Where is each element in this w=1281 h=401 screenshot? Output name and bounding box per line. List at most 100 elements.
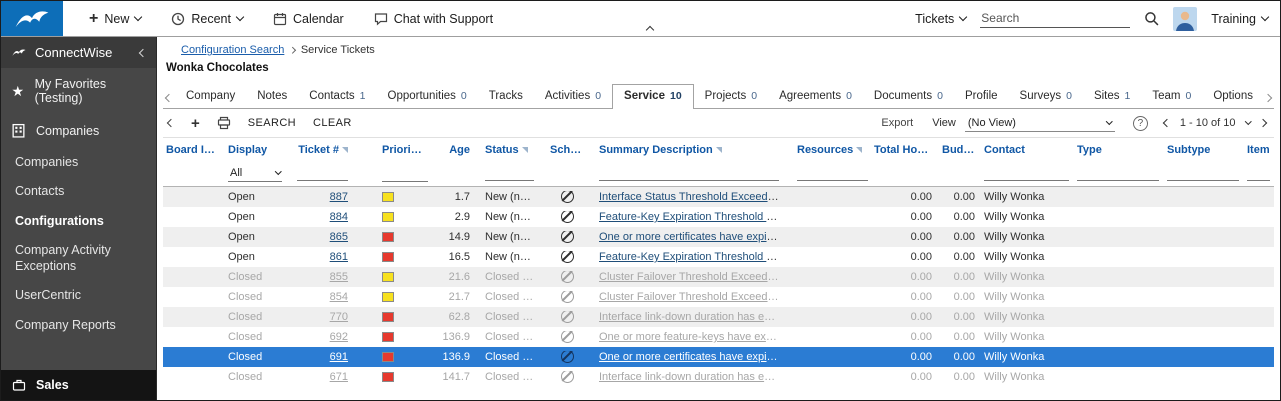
- ticket-link[interactable]: 854: [330, 291, 348, 303]
- sidebar-item-my-favorites[interactable]: ★ My Favorites (Testing): [1, 68, 156, 114]
- ticket-link[interactable]: 861: [330, 251, 348, 263]
- column-header-item[interactable]: Item: [1243, 144, 1274, 156]
- no-schedule-icon[interactable]: [561, 291, 574, 303]
- table-row-ticket-887[interactable]: Open8871.7New (not resp...Interface Stat…: [163, 187, 1274, 207]
- table-row-ticket-770[interactable]: Closed77062.8Closed (resolv...Interface …: [163, 307, 1274, 327]
- add-button[interactable]: +: [191, 116, 200, 131]
- search-button[interactable]: SEARCH: [248, 117, 296, 129]
- filter-input-summary-description[interactable]: [599, 166, 779, 181]
- tab-surveys[interactable]: Surveys0: [1009, 85, 1083, 109]
- sidebar-item-usercentric[interactable]: UserCentric: [1, 281, 156, 310]
- no-schedule-icon[interactable]: [561, 251, 574, 263]
- column-header-contact[interactable]: Contact: [978, 144, 1073, 156]
- no-schedule-icon[interactable]: [561, 371, 574, 383]
- filter-input-resources[interactable]: [797, 166, 868, 181]
- tabs-scroll-left-icon[interactable]: [165, 94, 173, 102]
- column-header-board-icon[interactable]: Board Icon: [163, 144, 221, 156]
- sidebar-item-contacts[interactable]: Contacts: [1, 177, 156, 206]
- tab-agreements[interactable]: Agreements0: [768, 85, 863, 109]
- avatar[interactable]: [1173, 7, 1197, 31]
- ticket-link[interactable]: 887: [330, 191, 348, 203]
- sidebar-brand[interactable]: ConnectWise: [1, 37, 156, 68]
- no-schedule-icon[interactable]: [561, 331, 574, 343]
- column-header-summary-description[interactable]: Summary Description: [588, 144, 783, 156]
- sidebar-item-company-activity-exceptions[interactable]: Company Activity Exceptions: [1, 236, 156, 282]
- filter-input-status[interactable]: [485, 166, 534, 181]
- tab-opportunities[interactable]: Opportunities0: [377, 85, 478, 109]
- summary-link[interactable]: Feature-Key Expiration Threshold Exceede…: [599, 211, 783, 223]
- column-header-display[interactable]: Display: [221, 144, 293, 156]
- tab-profile[interactable]: Profile: [954, 85, 1009, 109]
- sort-icon[interactable]: [342, 147, 348, 153]
- ticket-link[interactable]: 855: [330, 271, 348, 283]
- column-header-type[interactable]: Type: [1073, 144, 1163, 156]
- column-header-schedule[interactable]: Schedule: [538, 144, 588, 156]
- sort-icon[interactable]: [856, 147, 862, 153]
- view-select[interactable]: (No View): [965, 115, 1115, 132]
- summary-link[interactable]: Interface link-down duration has exceede…: [599, 311, 783, 323]
- table-row-ticket-692[interactable]: Closed692136.9Closed (resolv...One or mo…: [163, 327, 1274, 347]
- summary-link[interactable]: One or more certificates have expired: [599, 351, 782, 363]
- help-icon[interactable]: ?: [1133, 116, 1148, 131]
- summary-link[interactable]: Interface Status Threshold Exceeded: [599, 191, 780, 203]
- page-size-chevron-icon[interactable]: [1245, 118, 1251, 124]
- table-row-ticket-855[interactable]: Closed85521.6Closed (resolv...Cluster Fa…: [163, 267, 1274, 287]
- column-header-status[interactable]: Status: [473, 144, 538, 156]
- ticket-link[interactable]: 692: [330, 331, 348, 343]
- table-row-ticket-861[interactable]: Open86116.5New (not resp...Feature-Key E…: [163, 247, 1274, 267]
- user-menu-button[interactable]: Training: [1211, 12, 1268, 26]
- summary-link[interactable]: Interface link-down duration has exceede…: [599, 371, 783, 383]
- clear-button[interactable]: CLEAR: [313, 117, 352, 129]
- tab-company[interactable]: Company: [175, 85, 246, 109]
- table-row-ticket-854[interactable]: Closed85421.7Closed (resolv...Cluster Fa…: [163, 287, 1274, 307]
- ticket-link[interactable]: 884: [330, 211, 348, 223]
- table-row-ticket-884[interactable]: Open8842.9New (not resp...Feature-Key Ex…: [163, 207, 1274, 227]
- tab-documents[interactable]: Documents0: [863, 85, 954, 109]
- collapse-sidebar-chevron-icon[interactable]: [139, 48, 147, 56]
- search-input[interactable]: [980, 9, 1130, 28]
- ticket-link[interactable]: 671: [330, 371, 348, 383]
- sidebar-item-companies-section[interactable]: Companies: [1, 114, 156, 147]
- tab-tracks[interactable]: Tracks: [478, 85, 534, 109]
- sidebar-item-configurations[interactable]: Configurations: [1, 207, 156, 236]
- breadcrumb-link-configuration-search[interactable]: Configuration Search: [181, 44, 284, 56]
- page-prev-icon[interactable]: [1163, 119, 1171, 127]
- tab-options[interactable]: Options: [1202, 85, 1262, 109]
- tabs-scroll-right-icon[interactable]: [1264, 94, 1272, 102]
- summary-link[interactable]: Cluster Failover Threshold Exceeded: [599, 271, 780, 283]
- ticket-link[interactable]: 691: [330, 351, 348, 363]
- ticket-link[interactable]: 770: [330, 311, 348, 323]
- column-header-age[interactable]: Age: [428, 144, 473, 156]
- sort-icon[interactable]: [716, 147, 722, 153]
- sidebar-item-company-reports[interactable]: Company Reports: [1, 311, 156, 340]
- sort-icon[interactable]: [522, 147, 528, 153]
- tab-service[interactable]: Service10: [612, 84, 694, 109]
- calendar-button[interactable]: Calendar: [273, 12, 344, 26]
- tab-sites[interactable]: Sites1: [1083, 85, 1141, 109]
- priority-filter-select[interactable]: [382, 165, 428, 182]
- collapse-header-chevron-icon[interactable]: [646, 26, 654, 34]
- column-header-budget[interactable]: Budget: [938, 144, 978, 156]
- ticket-link[interactable]: 865: [330, 231, 348, 243]
- export-button[interactable]: Export: [881, 117, 913, 129]
- tickets-menu-button[interactable]: Tickets: [915, 12, 966, 26]
- tab-team[interactable]: Team0: [1141, 85, 1202, 109]
- connectwise-logo[interactable]: [1, 1, 63, 36]
- sidebar-item-sales[interactable]: Sales: [1, 370, 156, 400]
- summary-link[interactable]: One or more certificates have expired: [599, 231, 782, 243]
- column-header-subtype[interactable]: Subtype: [1163, 144, 1243, 156]
- chat-support-button[interactable]: Chat with Support: [374, 12, 493, 26]
- summary-link[interactable]: Feature-Key Expiration Threshold Exceede…: [599, 251, 783, 263]
- filter-input-contact[interactable]: [984, 166, 1069, 181]
- sidebar-item-companies[interactable]: Companies: [1, 148, 156, 177]
- table-row-ticket-671[interactable]: Closed671141.7Closed (resolv...Interface…: [163, 367, 1274, 387]
- filter-input-ticket[interactable]: [297, 166, 348, 181]
- filter-input-type[interactable]: [1077, 166, 1159, 181]
- filter-input-subtype[interactable]: [1167, 166, 1239, 181]
- column-header-resources[interactable]: Resources: [783, 144, 872, 156]
- tab-projects[interactable]: Projects0: [694, 85, 768, 109]
- no-schedule-icon[interactable]: [561, 311, 574, 323]
- tab-notes[interactable]: Notes: [246, 85, 298, 109]
- no-schedule-icon[interactable]: [561, 191, 574, 203]
- column-header-total-hours[interactable]: Total Hours: [872, 144, 938, 156]
